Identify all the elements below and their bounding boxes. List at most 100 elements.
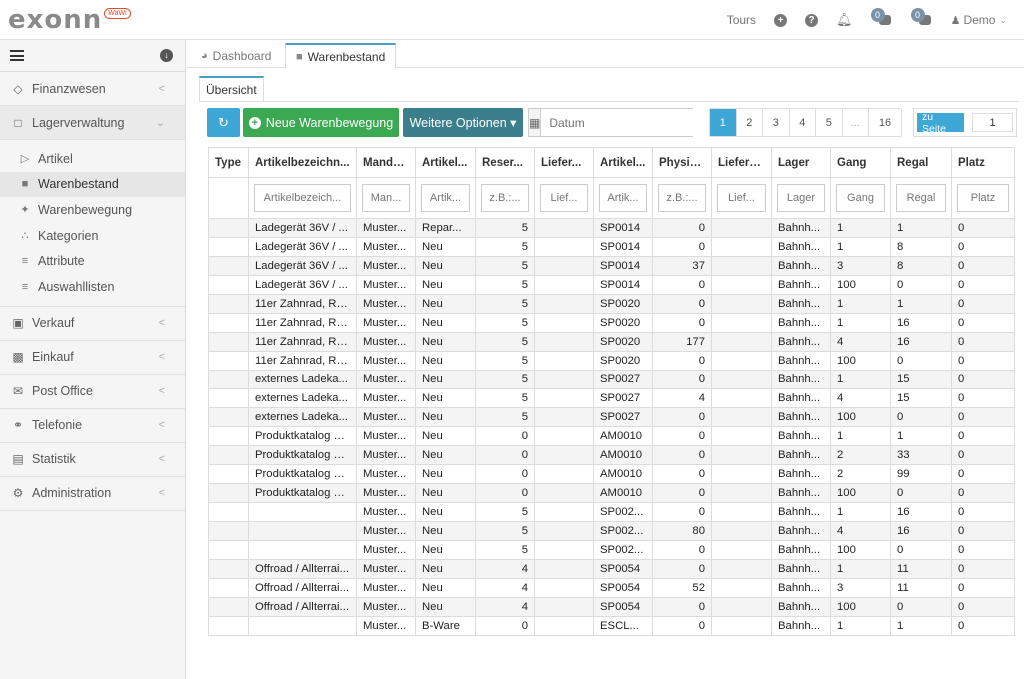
sidebar-subitem-kategorien[interactable]: ∴ Kategorien xyxy=(0,223,185,249)
sidebar-subitem-attribute[interactable]: ≡ Attribute xyxy=(0,248,185,274)
table-row[interactable]: 11er Zahnrad, Rit... Muster... Neu 5 SP0020 1… xyxy=(208,331,1015,352)
table-row[interactable]: 11er Zahnrad, Rit... Muster... Neu 5 SP0020 0… xyxy=(208,350,1015,371)
column-header[interactable]: Artikel... xyxy=(593,147,653,178)
filter-input[interactable] xyxy=(658,184,706,212)
filter-input[interactable] xyxy=(957,184,1009,212)
calendar-icon[interactable]: ▦ xyxy=(529,109,542,136)
filter-input[interactable] xyxy=(540,184,588,212)
column-header[interactable]: Type xyxy=(208,147,249,178)
user-menu[interactable]: ♟ Demo ⌄ xyxy=(942,0,1016,40)
goto-page-button[interactable]: zu Seite xyxy=(917,111,964,135)
table-row[interactable]: Muster... Neu 5 SP002... 0 Bahnh... 1 16 0 xyxy=(208,502,1015,522)
column-header[interactable]: Reser... xyxy=(475,147,535,178)
page-button[interactable]: 5 xyxy=(816,109,843,136)
sidebar-subitem-warenbewegung[interactable]: ✦ Warenbewegung xyxy=(0,197,185,223)
sidebar-item-post-office[interactable]: ✉ Post Office < xyxy=(0,375,185,409)
refresh-button[interactable]: ↻ xyxy=(207,108,240,137)
table-cell xyxy=(248,539,357,560)
table-row[interactable]: Produktkatalog D... Muster... Neu 0 AM0010 0 B… xyxy=(208,483,1015,504)
filter-input[interactable] xyxy=(717,184,766,212)
table-row[interactable]: Produktkatalog D... Muster... Neu 0 AM0010 0 B… xyxy=(208,445,1015,466)
page-button[interactable]: 16 xyxy=(869,109,901,136)
filter-input[interactable] xyxy=(362,184,410,212)
filter-input[interactable] xyxy=(896,184,946,212)
sidebar-subitem-auswahllisten[interactable]: ≡ Auswahllisten xyxy=(0,274,185,300)
sidebar-subitem-warenbestand[interactable]: ■ Warenbestand xyxy=(0,171,185,198)
sidebar-item-lagerverwaltung[interactable]: □ Lagerverwaltung ⌄ xyxy=(0,106,185,140)
sidebar-subitem-label: Kategorien xyxy=(38,228,99,243)
filter-input[interactable] xyxy=(481,184,529,212)
table-row[interactable]: externes Ladeka... Muster... Neu 5 SP0027 0 Ba… xyxy=(208,407,1015,428)
sidebar-item-statistik[interactable]: ▤ Statistik < xyxy=(0,443,185,477)
table-row[interactable]: Muster... B-Ware 0 ESCL... 0 Bahnh... 1 1 0 xyxy=(208,615,1015,636)
tab-uebersicht[interactable]: Übersicht xyxy=(199,76,264,102)
download-icon[interactable]: ↓ xyxy=(160,49,173,62)
table-cell: 0 xyxy=(652,312,712,333)
table-row[interactable]: Produktkatalog D... Muster... Neu 0 AM0010 0 B… xyxy=(208,426,1015,447)
column-header[interactable]: Liefer... xyxy=(534,147,594,178)
table-row[interactable]: 11er Zahnrad, Rit... Muster... Neu 5 SP0020 0… xyxy=(208,293,1015,314)
table-row[interactable]: Muster... Neu 5 SP002... 80 Bahnh... 4 16 0 xyxy=(208,521,1015,541)
sidebar-item-telefonie[interactable]: ⚭ Telefonie < xyxy=(0,409,185,443)
sidebar-item-einkauf[interactable]: ▩ Einkauf < xyxy=(0,341,185,375)
column-header[interactable]: Platz xyxy=(951,147,1015,178)
table-cell xyxy=(711,274,772,295)
table-cell: 0 xyxy=(652,426,712,447)
table-row[interactable]: externes Ladeka... Muster... Neu 5 SP0027 4 Ba… xyxy=(208,388,1015,409)
table-row[interactable]: Offroad / Allterrai... Muster... Neu 4 SP005… xyxy=(208,577,1015,598)
table-row[interactable]: Ladegerät 36V / ... Muster... Neu 5 SP0014 0 B… xyxy=(208,274,1015,295)
filter-input[interactable] xyxy=(254,184,351,212)
filter-input[interactable] xyxy=(421,184,470,212)
sidebar-item-finanzwesen[interactable]: ◇ Finanzwesen < xyxy=(0,72,185,106)
filter-cell xyxy=(208,177,249,219)
tasks-button[interactable]: 0 xyxy=(862,0,902,40)
table-cell: 0 xyxy=(475,426,535,447)
notifications-button[interactable]: 🔔︎ xyxy=(827,0,862,40)
date-input[interactable] xyxy=(541,109,705,136)
table-cell: 0 xyxy=(475,615,535,636)
tours-link[interactable]: Tours xyxy=(718,0,765,40)
goto-page-input[interactable] xyxy=(972,113,1013,132)
table-row[interactable]: Produktkatalog D... Muster... Neu 0 AM0010 0 B… xyxy=(208,464,1015,485)
column-header[interactable]: Lager xyxy=(771,147,831,178)
column-header[interactable]: Gang xyxy=(830,147,891,178)
table-row[interactable]: Ladegerät 36V / ... Muster... Repar... 5 SP0… xyxy=(208,218,1015,238)
more-options-button[interactable]: Weitere Optionen ▾ xyxy=(403,108,523,137)
column-header[interactable]: Lieferant xyxy=(711,147,772,178)
table-cell xyxy=(208,369,249,390)
table-row[interactable]: Offroad / Allterrai... Muster... Neu 4 SP005… xyxy=(208,596,1015,617)
add-button[interactable]: + xyxy=(765,0,796,40)
column-header[interactable]: Physis... xyxy=(652,147,712,178)
column-header[interactable]: Artikel... xyxy=(415,147,476,178)
help-button[interactable]: ? xyxy=(796,0,827,40)
messages-button[interactable]: 0 xyxy=(902,0,942,40)
filter-row xyxy=(208,177,1015,219)
tab-warenbestand[interactable]: ■ Warenbestand xyxy=(285,43,397,69)
sidebar-item-verkauf[interactable]: ▣ Verkauf < xyxy=(0,307,185,341)
page-button[interactable]: 3 xyxy=(763,109,790,136)
table-row[interactable]: 11er Zahnrad, Rit... Muster... Neu 5 SP0020 0… xyxy=(208,312,1015,333)
filter-input[interactable] xyxy=(777,184,825,212)
page-button[interactable]: 2 xyxy=(737,109,763,136)
sidebar-header: ↓ xyxy=(0,40,185,72)
column-header[interactable]: Regal xyxy=(890,147,952,178)
column-header[interactable]: Mandant xyxy=(356,147,416,178)
table-cell xyxy=(711,539,772,560)
table-row[interactable]: Offroad / Allterrai... Muster... Neu 4 SP005… xyxy=(208,558,1015,579)
table-row[interactable]: externes Ladeka... Muster... Neu 5 SP0027 0 Ba… xyxy=(208,369,1015,390)
page-button[interactable]: 4 xyxy=(790,109,816,136)
table-row[interactable]: Ladegerät 36V / ... Muster... Neu 5 SP0014 37… xyxy=(208,255,1015,276)
logo[interactable]: exonn WaWi xyxy=(8,6,131,34)
new-movement-button[interactable]: + Neue Warenbewegung xyxy=(243,108,399,137)
sidebar-item-administration[interactable]: ⚙ Administration < xyxy=(0,477,185,511)
table-row[interactable]: Ladegerät 36V / ... Muster... Neu 5 SP0014 0 B… xyxy=(208,236,1015,257)
filter-input[interactable] xyxy=(836,184,885,212)
column-header[interactable]: Artikelbezeichn... xyxy=(248,147,357,178)
filter-input[interactable] xyxy=(599,184,647,212)
tab-dashboard[interactable]: ◕ Dashboard xyxy=(191,43,281,69)
table-cell: 0 xyxy=(652,274,712,295)
sidebar-subitem-artikel[interactable]: ▷ Artikel xyxy=(0,146,185,172)
page-button[interactable]: 1 xyxy=(710,109,737,136)
menu-icon[interactable] xyxy=(10,50,24,61)
table-row[interactable]: Muster... Neu 5 SP002... 0 Bahnh... 100 0 0 xyxy=(208,539,1015,560)
